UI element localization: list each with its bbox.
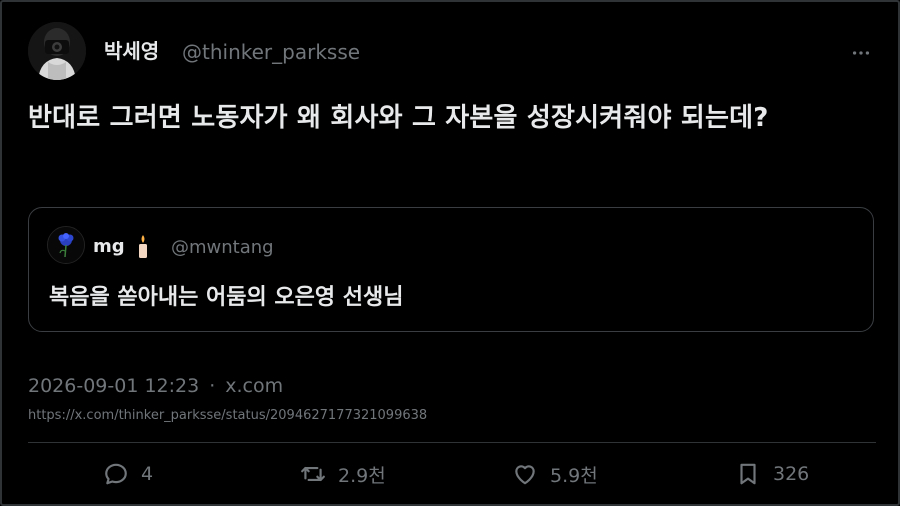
like-count: 5.9천 [550,464,598,487]
source-label: x.com [225,375,284,397]
reply-icon [105,463,127,485]
meta-separator: · [209,375,216,397]
reply-button[interactable]: 4 [103,458,153,490]
quote-author-handle[interactable]: @mwntang [171,237,274,259]
quote-author-name[interactable]: mg [93,236,125,258]
tweet-card: 박세영 @thinker_parksse 반대로 그러면 노동자가 왜 회사와 … [0,0,900,506]
candle-icon [139,235,147,258]
author-avatar[interactable] [28,22,86,80]
bookmark-button[interactable]: 326 [735,458,809,490]
author-name[interactable]: 박세영 [104,38,159,64]
retweet-button[interactable]: 2.9천 [300,458,386,490]
timestamp[interactable]: 2026-09-01 12:23 [28,375,199,397]
quote-author-avatar[interactable] [47,226,85,264]
tweet-url[interactable]: https://x.com/thinker_parksse/status/209… [28,407,427,425]
heart-icon [515,465,535,485]
quoted-tweet[interactable]: mg @mwntang 복음을 쏟아내는 어둠의 오은영 선생님 [28,207,874,332]
divider [28,442,876,443]
tweet-meta: 2026-09-01 12:23 · x.com [28,373,283,399]
retweet-count: 2.9천 [338,464,386,487]
author-handle[interactable]: @thinker_parksse [182,39,360,65]
blue-flower-image [48,227,84,263]
tweet-text: 반대로 그러면 노동자가 왜 회사와 그 자본을 성장시켜줘야 되는데? [28,103,769,133]
like-button[interactable]: 5.9천 [512,458,598,490]
bookmark-count: 326 [773,463,810,485]
retweet-icon [301,466,325,482]
quote-text: 복음을 쏟아내는 어둠의 오은영 선생님 [49,285,404,310]
more-horizontal-icon[interactable] [850,42,872,64]
reply-count: 4 [141,463,154,485]
avatar-photo [28,22,86,80]
bookmark-icon [740,463,756,485]
